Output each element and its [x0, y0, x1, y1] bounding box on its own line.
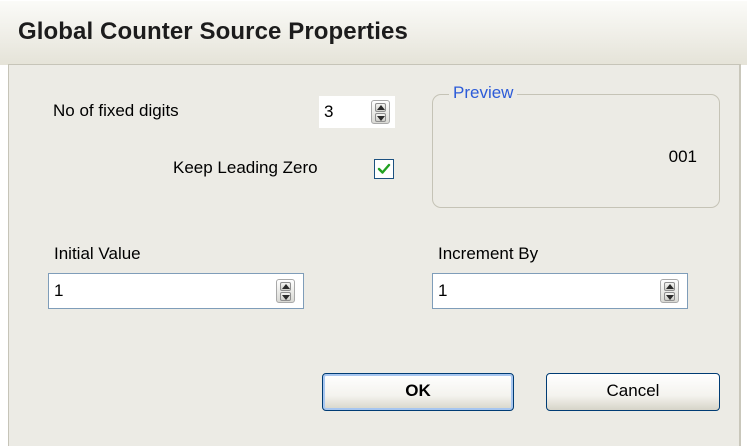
- initial-value-increment-icon[interactable]: [280, 282, 291, 291]
- initial-value-decrement-icon[interactable]: [280, 292, 291, 301]
- preview-group-title: Preview: [449, 83, 518, 103]
- initial-value-label: Initial Value: [54, 244, 141, 263]
- dialog-titlebar[interactable]: Global Counter Source Properties: [0, 0, 747, 65]
- dialog-window: Global Counter Source Properties No of f…: [0, 0, 747, 446]
- increment-by-increment-icon[interactable]: [664, 282, 675, 291]
- dialog-title: Global Counter Source Properties: [18, 18, 408, 45]
- increment-by-stepper[interactable]: 1: [432, 273, 688, 309]
- fixed-digits-stepper[interactable]: 3: [319, 96, 395, 128]
- check-icon: [377, 163, 391, 174]
- increment-by-value: 1: [438, 281, 448, 300]
- increment-by-spinner: [660, 279, 679, 303]
- increment-by-label: Increment By: [438, 244, 539, 263]
- keep-leading-zero-checkbox[interactable]: [374, 159, 394, 179]
- cancel-button[interactable]: Cancel: [546, 373, 720, 411]
- initial-value-value: 1: [54, 281, 64, 300]
- fixed-digits-spinner: [371, 100, 390, 124]
- fixed-digits-decrement-icon[interactable]: [375, 113, 386, 122]
- fixed-digits-increment-icon[interactable]: [375, 103, 386, 112]
- fixed-digits-label: No of fixed digits: [53, 101, 179, 120]
- keep-leading-zero-label: Keep Leading Zero: [173, 158, 318, 177]
- preview-value: 001: [668, 147, 697, 166]
- preview-group: Preview 001: [432, 83, 720, 208]
- fixed-digits-value: 3: [324, 102, 334, 121]
- initial-value-stepper[interactable]: 1: [48, 273, 304, 309]
- increment-by-decrement-icon[interactable]: [664, 292, 675, 301]
- initial-value-spinner: [276, 279, 295, 303]
- ok-button[interactable]: OK: [322, 373, 514, 411]
